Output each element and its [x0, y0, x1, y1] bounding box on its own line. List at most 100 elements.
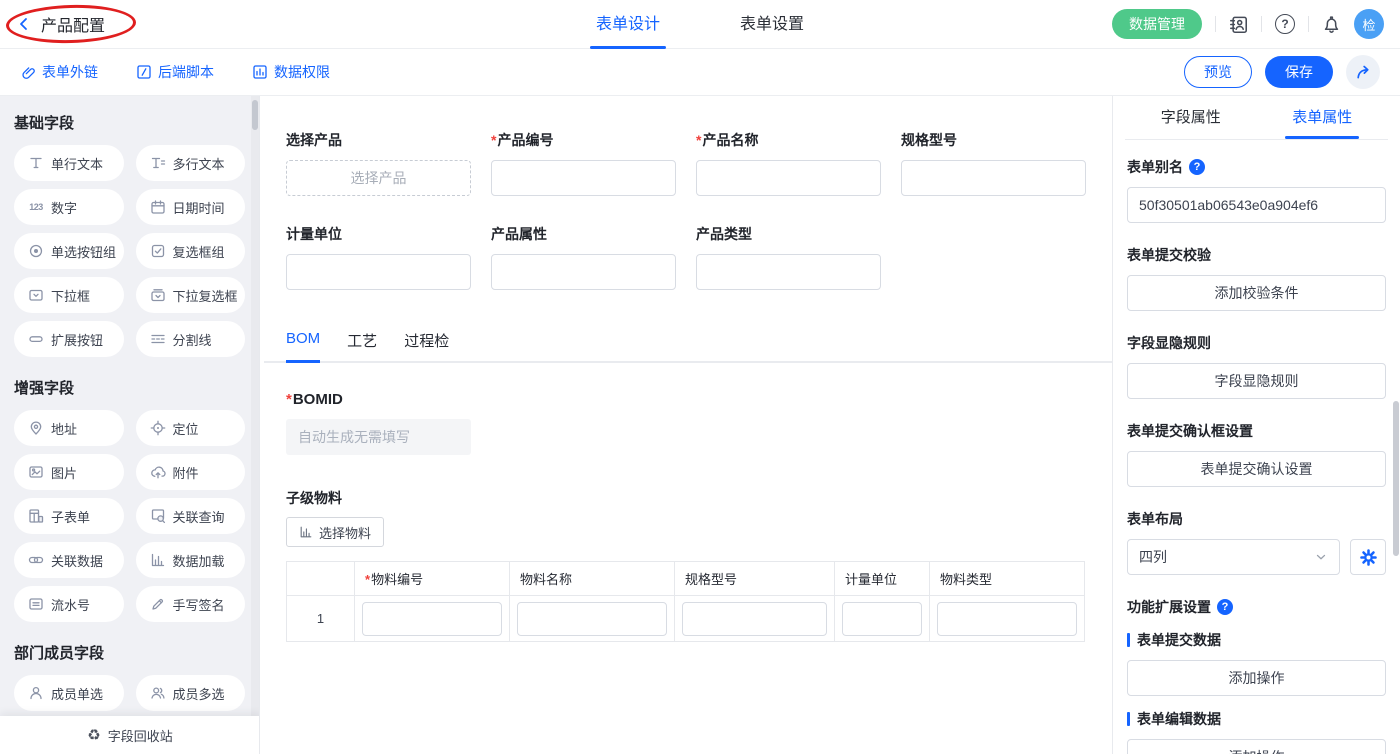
inspector-section-表单别名: 表单别名? [1127, 157, 1386, 223]
back-icon[interactable] [16, 16, 32, 32]
button-icon [28, 331, 44, 347]
palette-item-下拉框[interactable]: 下拉框 [14, 277, 124, 313]
palette-item-单选按钮组[interactable]: 单选按钮组 [14, 233, 124, 269]
help-icon[interactable]: ? [1275, 14, 1295, 34]
palette-item-label: 地址 [51, 419, 77, 438]
divider [1308, 16, 1309, 32]
tab-过程检[interactable]: 过程检 [404, 330, 449, 363]
toolbar-link-数据权限[interactable]: 数据权限 [252, 62, 330, 82]
tab-工艺[interactable]: 工艺 [347, 330, 377, 363]
palette-section-title: 部门成员字段 [14, 642, 245, 663]
layout-settings-button[interactable] [1350, 539, 1386, 575]
share-icon [1355, 64, 1372, 81]
palette-item-关联查询[interactable]: 关联查询 [136, 498, 246, 534]
field-input-产品属性[interactable] [491, 254, 676, 290]
help-icon[interactable]: ? [1189, 159, 1205, 175]
add-operation-button[interactable]: 添加操作 [1127, 739, 1386, 754]
inspector-section-title: 表单提交确认框设置 [1127, 421, 1386, 441]
palette-item-定位[interactable]: 定位 [136, 410, 246, 446]
cell-input-计量单位[interactable] [842, 602, 922, 636]
sidebar-scrollbar[interactable] [251, 96, 259, 754]
palette-item-流水号[interactable]: 流水号 [14, 586, 124, 622]
toolbar-link-后端脚本[interactable]: 后端脚本 [136, 62, 214, 82]
form-layout-select[interactable]: 四列 [1127, 539, 1340, 575]
field-input-产品编号[interactable] [491, 160, 676, 196]
member-icon [28, 685, 44, 701]
inspector-section-字段显隐规则: 字段显隐规则字段显隐规则 [1127, 333, 1386, 399]
pick-material-button[interactable]: 选择物料 [286, 517, 384, 547]
header-tab-表单设置[interactable]: 表单设置 [736, 0, 808, 49]
field-palette-sidebar: 基础字段单行文本多行文本123数字日期时间单选按钮组复选框组下拉框下拉复选框扩展… [0, 96, 260, 754]
form-alias-input[interactable] [1127, 187, 1386, 223]
palette-item-数据加载[interactable]: 数据加载 [136, 542, 246, 578]
header-tab-表单设计[interactable]: 表单设计 [592, 0, 664, 49]
field-input-规格型号[interactable] [901, 160, 1086, 196]
extension-title-text: 功能扩展设置 [1127, 597, 1211, 617]
palette-item-数字[interactable]: 123数字 [14, 189, 124, 225]
bomid-label: *BOMID [286, 391, 1112, 408]
field-input-产品名称[interactable] [696, 160, 881, 196]
palette-item-分割线[interactable]: 分割线 [136, 321, 246, 357]
cell-input-物料名称[interactable] [517, 602, 667, 636]
field-label: 规格型号 [901, 130, 1086, 150]
divider [1215, 16, 1216, 32]
palette-item-日期时间[interactable]: 日期时间 [136, 189, 246, 225]
subform-icon [28, 508, 44, 524]
toolbar-link-表单外链[interactable]: 表单外链 [20, 62, 98, 82]
notification-bell-icon[interactable] [1322, 15, 1341, 34]
sidebar-scrollbar-thumb[interactable] [252, 100, 258, 130]
palette-item-成员单选[interactable]: 成员单选 [14, 675, 124, 711]
palette-item-扩展按钮[interactable]: 扩展按钮 [14, 321, 124, 357]
inspector-scrollbar-thumb[interactable] [1393, 401, 1399, 556]
palette-item-下拉复选框[interactable]: 下拉复选框 [136, 277, 246, 313]
palette-item-label: 流水号 [51, 595, 90, 614]
form-field-产品类型: 产品类型 [696, 224, 881, 290]
data-manage-button[interactable]: 数据管理 [1112, 9, 1202, 39]
inspector-button-表单提交确认设置[interactable]: 表单提交确认设置 [1127, 451, 1386, 487]
subtable-cell [930, 596, 1085, 642]
field-label-text: 产品编号 [497, 132, 553, 148]
inspector-control: 添加校验条件 [1127, 275, 1386, 311]
breadcrumb[interactable]: 产品配置 [16, 12, 105, 36]
section-title-text: 表单提交确认框设置 [1127, 421, 1253, 441]
inspector-section-表单布局: 表单布局四列 [1127, 509, 1386, 575]
inspector-button-字段显隐规则[interactable]: 字段显隐规则 [1127, 363, 1386, 399]
cell-input-规格型号[interactable] [682, 602, 827, 636]
inspector-tab-表单属性[interactable]: 表单属性 [1257, 96, 1389, 139]
image-icon [28, 464, 44, 480]
inspector-button-添加校验条件[interactable]: 添加校验条件 [1127, 275, 1386, 311]
subtable-cell [835, 596, 930, 642]
palette-item-多行文本[interactable]: 多行文本 [136, 145, 246, 181]
pin-icon [28, 420, 44, 436]
save-button[interactable]: 保存 [1265, 56, 1333, 88]
preview-button[interactable]: 预览 [1184, 56, 1252, 88]
palette-item-手写签名[interactable]: 手写签名 [136, 586, 246, 622]
palette-item-单行文本[interactable]: 单行文本 [14, 145, 124, 181]
select-product-button[interactable]: 选择产品 [286, 160, 471, 196]
palette-item-成员多选[interactable]: 成员多选 [136, 675, 246, 711]
bomid-input[interactable] [286, 419, 471, 455]
field-input-计量单位[interactable] [286, 254, 471, 290]
palette-item-图片[interactable]: 图片 [14, 454, 124, 490]
palette-item-附件[interactable]: 附件 [136, 454, 246, 490]
help-icon[interactable]: ? [1217, 599, 1233, 615]
subtable-cell [675, 596, 835, 642]
share-button[interactable] [1346, 55, 1380, 89]
form-field-选择产品: 选择产品选择产品 [286, 130, 471, 196]
inspector-tab-字段属性[interactable]: 字段属性 [1125, 96, 1257, 139]
tab-BOM[interactable]: BOM [286, 330, 320, 363]
palette-item-地址[interactable]: 地址 [14, 410, 124, 446]
palette-item-子表单[interactable]: 子表单 [14, 498, 124, 534]
locate-icon [150, 420, 166, 436]
cell-input-物料编号[interactable] [362, 602, 502, 636]
field-recycle-bin[interactable]: ♻ 字段回收站 [0, 716, 260, 754]
add-operation-button[interactable]: 添加操作 [1127, 660, 1386, 696]
form-field-产品名称: *产品名称 [696, 130, 881, 196]
cell-input-物料类型[interactable] [937, 602, 1077, 636]
field-input-产品类型[interactable] [696, 254, 881, 290]
avatar[interactable]: 检 [1354, 9, 1384, 39]
chart-icon [150, 552, 166, 568]
palette-item-关联数据[interactable]: 关联数据 [14, 542, 124, 578]
palette-item-复选框组[interactable]: 复选框组 [136, 233, 246, 269]
contacts-icon[interactable] [1229, 15, 1248, 34]
